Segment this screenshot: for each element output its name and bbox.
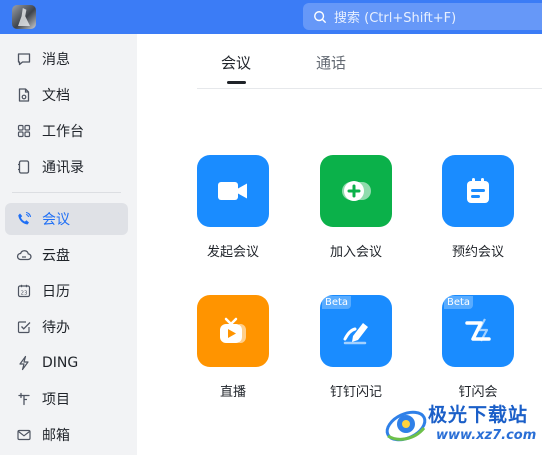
user-avatar[interactable] <box>12 5 36 29</box>
calendar-schedule-icon <box>467 178 489 203</box>
schedule-meeting-button[interactable] <box>442 155 514 227</box>
sidebar-item-meeting[interactable]: 会议 <box>5 203 128 235</box>
aurora-logo-icon <box>385 410 427 442</box>
cloud-icon <box>16 250 32 261</box>
beta-badge: Beta <box>322 296 352 309</box>
join-meeting-label: 加入会议 <box>329 245 382 260</box>
live-stream-button[interactable] <box>197 295 269 367</box>
sidebar-item-label: 云盘 <box>42 248 70 264</box>
watermark-title: 极光下载站 <box>428 404 529 426</box>
schedule-meeting-label: 预约会议 <box>451 245 504 260</box>
sidebar-item-label: 消息 <box>42 52 70 68</box>
video-camera-icon <box>218 182 247 200</box>
sidebar-item-contacts[interactable]: 通讯录 <box>5 151 128 183</box>
start-meeting-label: 发起会议 <box>206 245 259 260</box>
sidebar-item-mail[interactable]: 邮箱 <box>5 419 128 451</box>
join-meeting-button[interactable] <box>320 155 392 227</box>
main-panel: 会议 通话 发起会议 加入会议 预约会议 直播 Beta 钉钉闪记 Beta 钉… <box>137 34 542 455</box>
sidebar-item-label: 工作台 <box>42 124 84 140</box>
sidebar-item-label: 文档 <box>42 88 70 104</box>
sidebar-item-label: 通讯录 <box>42 160 84 176</box>
sidebar-item-workbench[interactable]: 工作台 <box>5 115 128 147</box>
sidebar-divider <box>12 192 121 193</box>
tabs-divider <box>197 88 542 89</box>
site-watermark: 极光下载站 www.xz7.com <box>382 398 542 455</box>
dingtalk-flash-note-button[interactable]: Beta <box>320 295 392 367</box>
sidebar-item-label: 邮箱 <box>42 428 70 444</box>
sidebar-item-todo[interactable]: 待办 <box>5 311 128 343</box>
start-meeting-button[interactable] <box>197 155 269 227</box>
search-placeholder: 搜索 (Ctrl+Shift+F) <box>334 11 457 26</box>
search-input[interactable]: 搜索 (Ctrl+Shift+F) <box>303 3 542 30</box>
phone-icon <box>18 211 32 225</box>
tab-meeting[interactable]: 会议 <box>221 52 251 73</box>
calendar-icon: 23 <box>17 284 31 298</box>
live-stream-label: 直播 <box>219 385 246 400</box>
sidebar-item-cloud-drive[interactable]: 云盘 <box>5 239 128 271</box>
lightning-icon <box>19 355 29 371</box>
sidebar-item-label: 日历 <box>42 284 70 300</box>
title-bar: 搜索 (Ctrl+Shift+F) <box>0 0 542 34</box>
document-icon <box>18 88 30 102</box>
sidebar-item-label: 待办 <box>42 320 70 336</box>
live-tv-icon <box>220 317 246 343</box>
tab-calls[interactable]: 通话 <box>316 52 346 73</box>
sidebar-item-docs[interactable]: 文档 <box>5 79 128 111</box>
contacts-icon <box>18 160 30 174</box>
sidebar-item-label: DING <box>42 355 79 371</box>
sidebar-item-messages[interactable]: 消息 <box>5 43 128 75</box>
sidebar-item-label: 会议 <box>42 212 70 228</box>
sidebar-item-calendar[interactable]: 23 日历 <box>5 275 128 307</box>
pen-note-icon <box>343 323 368 345</box>
sidebar: 消息 文档 工作台 通讯录 会议 云盘 23 日历 待办 DING 项目 邮箱 <box>0 34 137 455</box>
project-icon <box>18 392 30 406</box>
active-tab-indicator <box>227 81 246 84</box>
sidebar-item-ding[interactable]: DING <box>5 347 128 379</box>
svg-text:23: 23 <box>21 291 28 297</box>
todo-check-icon <box>17 321 31 334</box>
grid-icon <box>17 124 31 138</box>
flash-meeting-icon <box>465 318 491 342</box>
beta-badge: Beta <box>444 296 474 309</box>
watermark-url: www.xz7.com <box>436 428 537 443</box>
sidebar-item-label: 项目 <box>42 392 70 408</box>
chat-bubble-icon <box>17 53 31 66</box>
join-plus-icon <box>342 181 371 201</box>
search-icon <box>314 10 326 23</box>
sidebar-item-projects[interactable]: 项目 <box>5 383 128 415</box>
mail-icon <box>17 429 31 441</box>
flash-meeting-button[interactable]: Beta <box>442 295 514 367</box>
